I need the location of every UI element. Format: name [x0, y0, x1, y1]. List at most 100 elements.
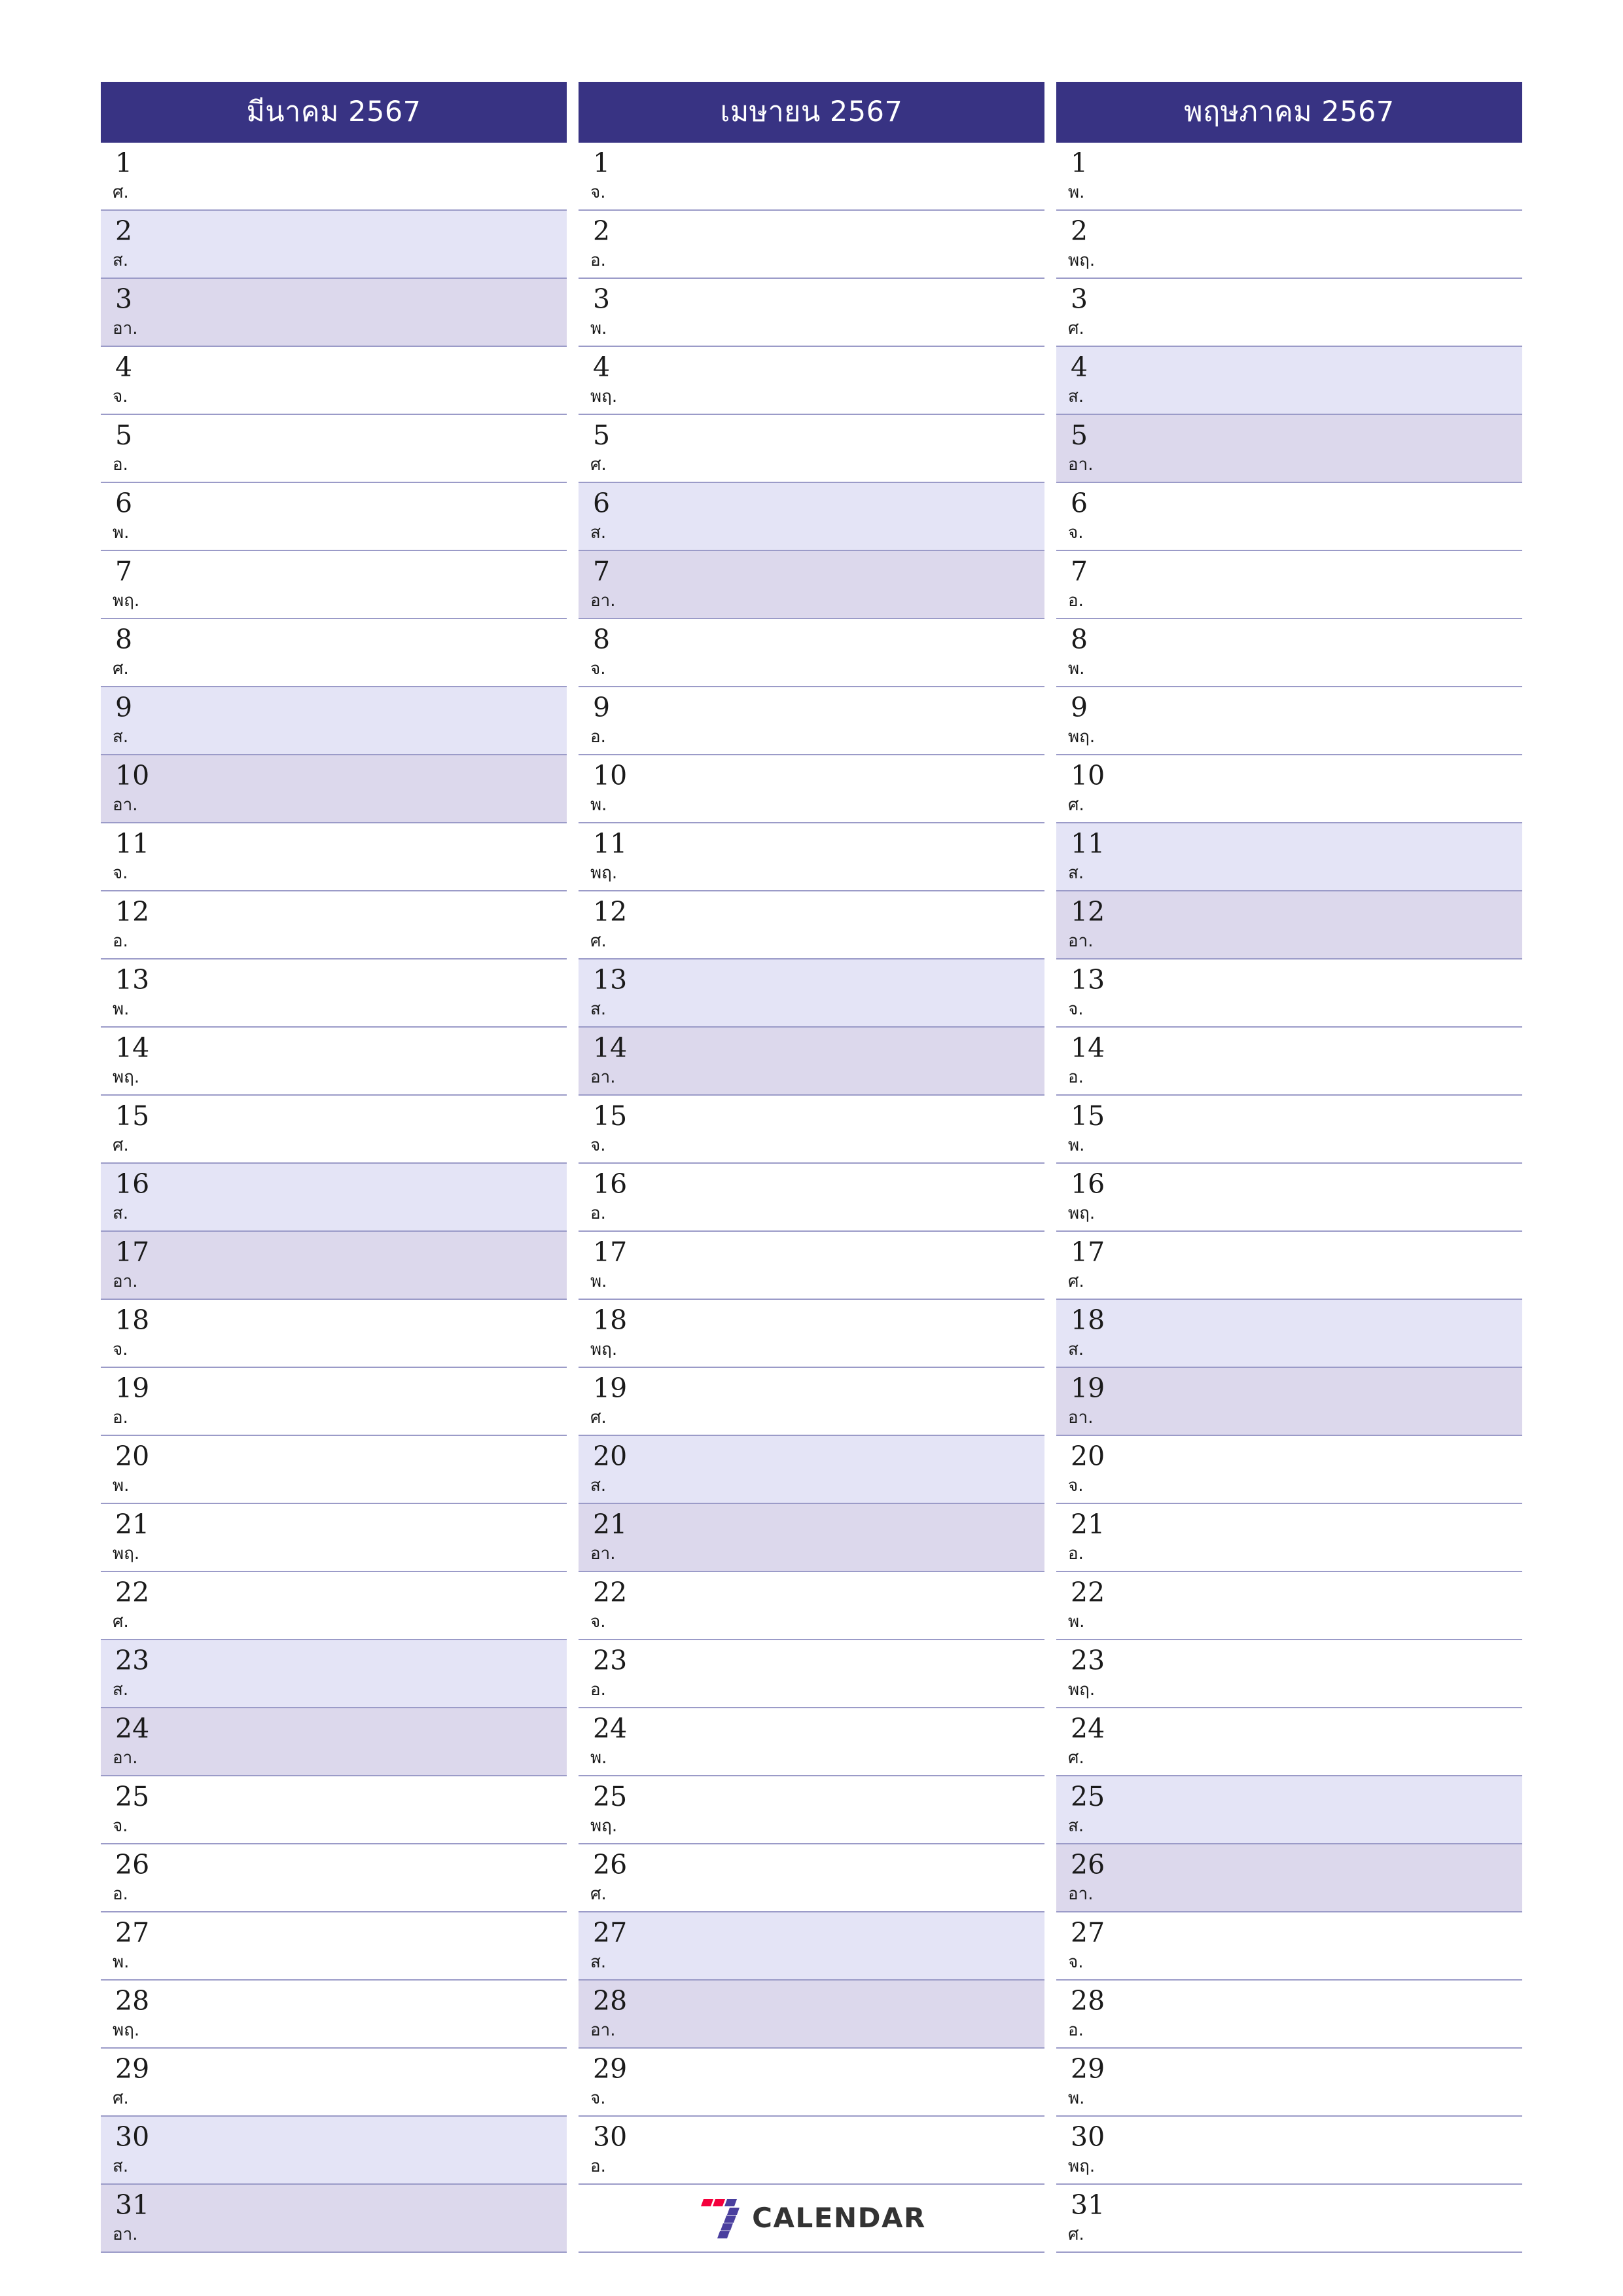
- day-row[interactable]: 12 อา.: [1056, 891, 1522, 960]
- day-row[interactable]: 6 จ.: [1056, 483, 1522, 551]
- day-row[interactable]: 7 อ.: [1056, 551, 1522, 619]
- day-row[interactable]: 1 จ.: [579, 143, 1044, 211]
- day-row[interactable]: 5 ศ.: [579, 415, 1044, 483]
- day-row[interactable]: 1 ศ.: [101, 143, 567, 211]
- day-number: 30: [1071, 2121, 1105, 2153]
- day-row[interactable]: 29 ศ.: [101, 2049, 567, 2117]
- day-row[interactable]: 24 ศ.: [1056, 1708, 1522, 1776]
- day-row[interactable]: 23 ส.: [101, 1640, 567, 1708]
- day-row[interactable]: 11 พฤ.: [579, 823, 1044, 891]
- day-row[interactable]: 4 จ.: [101, 347, 567, 415]
- day-row[interactable]: 25 จ.: [101, 1776, 567, 1844]
- day-row[interactable]: 7 อา.: [579, 551, 1044, 619]
- day-row[interactable]: 27 จ.: [1056, 1912, 1522, 1981]
- day-row[interactable]: 16 อ.: [579, 1164, 1044, 1232]
- day-row[interactable]: 29 พ.: [1056, 2049, 1522, 2117]
- day-row[interactable]: 9 อ.: [579, 687, 1044, 755]
- day-row[interactable]: 6 พ.: [101, 483, 567, 551]
- day-row[interactable]: 19 ศ.: [579, 1368, 1044, 1436]
- day-row[interactable]: 29 จ.: [579, 2049, 1044, 2117]
- day-row[interactable]: 3 ศ.: [1056, 279, 1522, 347]
- day-row[interactable]: 27 ส.: [579, 1912, 1044, 1981]
- day-row[interactable]: 9 ส.: [101, 687, 567, 755]
- day-row[interactable]: 20 ส.: [579, 1436, 1044, 1504]
- day-row[interactable]: 3 พ.: [579, 279, 1044, 347]
- day-row[interactable]: 10 ศ.: [1056, 755, 1522, 823]
- day-row[interactable]: 19 อา.: [1056, 1368, 1522, 1436]
- day-row[interactable]: 19 อ.: [101, 1368, 567, 1436]
- day-row[interactable]: 22 ศ.: [101, 1572, 567, 1640]
- day-row[interactable]: 6 ส.: [579, 483, 1044, 551]
- day-row[interactable]: 28 อา.: [579, 1981, 1044, 2049]
- day-row[interactable]: 2 ส.: [101, 211, 567, 279]
- day-row[interactable]: 17 พ.: [579, 1232, 1044, 1300]
- day-row[interactable]: 20 จ.: [1056, 1436, 1522, 1504]
- day-row[interactable]: 5 อ.: [101, 415, 567, 483]
- day-row[interactable]: 8 จ.: [579, 619, 1044, 687]
- day-row[interactable]: 12 อ.: [101, 891, 567, 960]
- day-row[interactable]: 30 ส.: [101, 2117, 567, 2185]
- day-row[interactable]: 22 พ.: [1056, 1572, 1522, 1640]
- day-row[interactable]: 25 ส.: [1056, 1776, 1522, 1844]
- day-row[interactable]: 25 พฤ.: [579, 1776, 1044, 1844]
- day-row[interactable]: 11 จ.: [101, 823, 567, 891]
- day-number: 1: [1071, 147, 1088, 179]
- day-row[interactable]: 20 พ.: [101, 1436, 567, 1504]
- day-number: 26: [593, 1849, 628, 1880]
- day-row[interactable]: 24 พ.: [579, 1708, 1044, 1776]
- day-row[interactable]: 2 พฤ.: [1056, 211, 1522, 279]
- day-row[interactable]: 7 พฤ.: [101, 551, 567, 619]
- day-row[interactable]: 14 อ.: [1056, 1028, 1522, 1096]
- day-row[interactable]: 18 พฤ.: [579, 1300, 1044, 1368]
- day-row[interactable]: 23 พฤ.: [1056, 1640, 1522, 1708]
- day-row[interactable]: 17 อา.: [101, 1232, 567, 1300]
- day-weekday-label: อ.: [113, 1408, 128, 1427]
- day-row[interactable]: 22 จ.: [579, 1572, 1044, 1640]
- day-row[interactable]: 31 ศ.: [1056, 2185, 1522, 2253]
- day-row[interactable]: 13 จ.: [1056, 960, 1522, 1028]
- day-row[interactable]: 5 อา.: [1056, 415, 1522, 483]
- day-row[interactable]: 10 อา.: [101, 755, 567, 823]
- day-row[interactable]: 4 ส.: [1056, 347, 1522, 415]
- day-weekday-label: จ.: [113, 1816, 128, 1836]
- day-row[interactable]: 10 พ.: [579, 755, 1044, 823]
- day-row[interactable]: 15 พ.: [1056, 1096, 1522, 1164]
- day-row[interactable]: 30 พฤ.: [1056, 2117, 1522, 2185]
- day-row[interactable]: 24 อา.: [101, 1708, 567, 1776]
- day-row[interactable]: 26 ศ.: [579, 1844, 1044, 1912]
- day-weekday-label: อ.: [1068, 2020, 1084, 2040]
- day-row[interactable]: 21 พฤ.: [101, 1504, 567, 1572]
- day-row[interactable]: 11 ส.: [1056, 823, 1522, 891]
- day-row[interactable]: 9 พฤ.: [1056, 687, 1522, 755]
- day-row[interactable]: 26 อ.: [101, 1844, 567, 1912]
- day-row[interactable]: 28 อ.: [1056, 1981, 1522, 2049]
- day-row[interactable]: 27 พ.: [101, 1912, 567, 1981]
- day-row[interactable]: 4 พฤ.: [579, 347, 1044, 415]
- day-row[interactable]: 16 พฤ.: [1056, 1164, 1522, 1232]
- day-weekday-label: ส.: [590, 1952, 607, 1972]
- day-row[interactable]: 26 อา.: [1056, 1844, 1522, 1912]
- day-row[interactable]: 13 พ.: [101, 960, 567, 1028]
- day-row[interactable]: 18 ส.: [1056, 1300, 1522, 1368]
- day-row[interactable]: 2 อ.: [579, 211, 1044, 279]
- day-row[interactable]: 13 ส.: [579, 960, 1044, 1028]
- day-row[interactable]: 8 ศ.: [101, 619, 567, 687]
- day-row[interactable]: 14 อา.: [579, 1028, 1044, 1096]
- day-row[interactable]: 15 ศ.: [101, 1096, 567, 1164]
- day-row[interactable]: 30 อ.: [579, 2117, 1044, 2185]
- day-row[interactable]: 31 อา.: [101, 2185, 567, 2253]
- day-row[interactable]: 1 พ.: [1056, 143, 1522, 211]
- day-row[interactable]: 21 อ.: [1056, 1504, 1522, 1572]
- day-row[interactable]: 28 พฤ.: [101, 1981, 567, 2049]
- day-row[interactable]: 16 ส.: [101, 1164, 567, 1232]
- day-row[interactable]: 3 อา.: [101, 279, 567, 347]
- day-row[interactable]: 14 พฤ.: [101, 1028, 567, 1096]
- day-row[interactable]: 21 อา.: [579, 1504, 1044, 1572]
- day-row[interactable]: 17 ศ.: [1056, 1232, 1522, 1300]
- day-row[interactable]: 23 อ.: [579, 1640, 1044, 1708]
- day-row[interactable]: 15 จ.: [579, 1096, 1044, 1164]
- day-row[interactable]: 12 ศ.: [579, 891, 1044, 960]
- day-row[interactable]: 18 จ.: [101, 1300, 567, 1368]
- day-row[interactable]: 8 พ.: [1056, 619, 1522, 687]
- day-number: 17: [593, 1236, 628, 1268]
